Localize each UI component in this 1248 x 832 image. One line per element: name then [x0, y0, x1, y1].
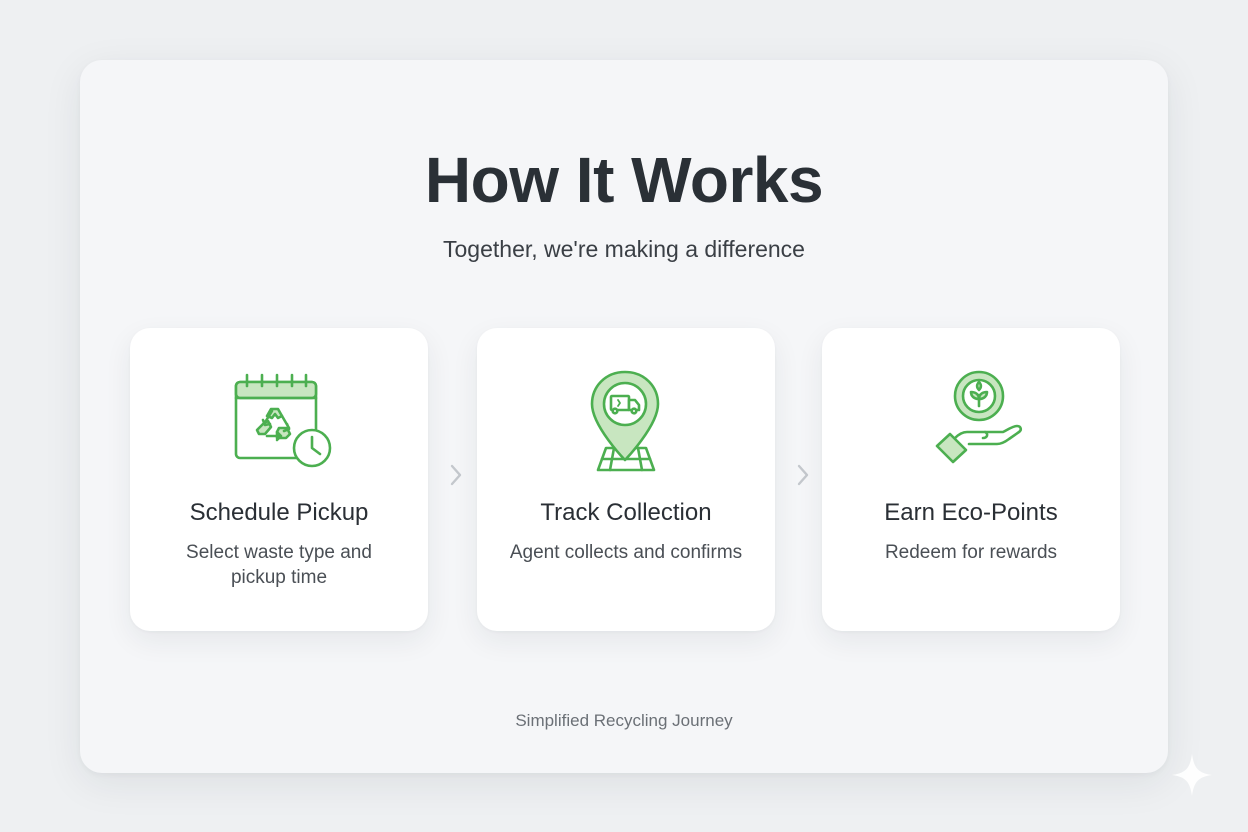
- chevron-right-icon: [795, 462, 811, 488]
- map-pin-truck-icon: [526, 368, 726, 478]
- footer-caption: Simplified Recycling Journey: [515, 711, 733, 730]
- step-card-schedule-pickup[interactable]: Schedule Pickup Select waste type and pi…: [130, 328, 428, 631]
- sparkle-icon: [1170, 752, 1214, 798]
- step-description: Agent collects and confirms: [509, 542, 743, 563]
- step-description: Select waste type and pickup time: [186, 542, 372, 588]
- step-title: Earn Eco-Points: [884, 499, 1058, 526]
- page-title: How It Works: [424, 144, 824, 216]
- step-card-track-collection[interactable]: Track Collection Agent collects and conf…: [477, 328, 775, 631]
- hand-coin-leaf-icon: [871, 368, 1071, 478]
- step-title: Track Collection: [540, 499, 712, 526]
- step-card-earn-eco-points[interactable]: Earn Eco-Points Redeem for rewards: [822, 328, 1120, 631]
- chevron-right-icon: [448, 462, 464, 488]
- calendar-recycle-clock-icon: [179, 368, 379, 478]
- step-title: Schedule Pickup: [189, 499, 369, 526]
- step-description: Redeem for rewards: [884, 542, 1058, 563]
- page-subtitle: Together, we're making a difference: [443, 236, 805, 262]
